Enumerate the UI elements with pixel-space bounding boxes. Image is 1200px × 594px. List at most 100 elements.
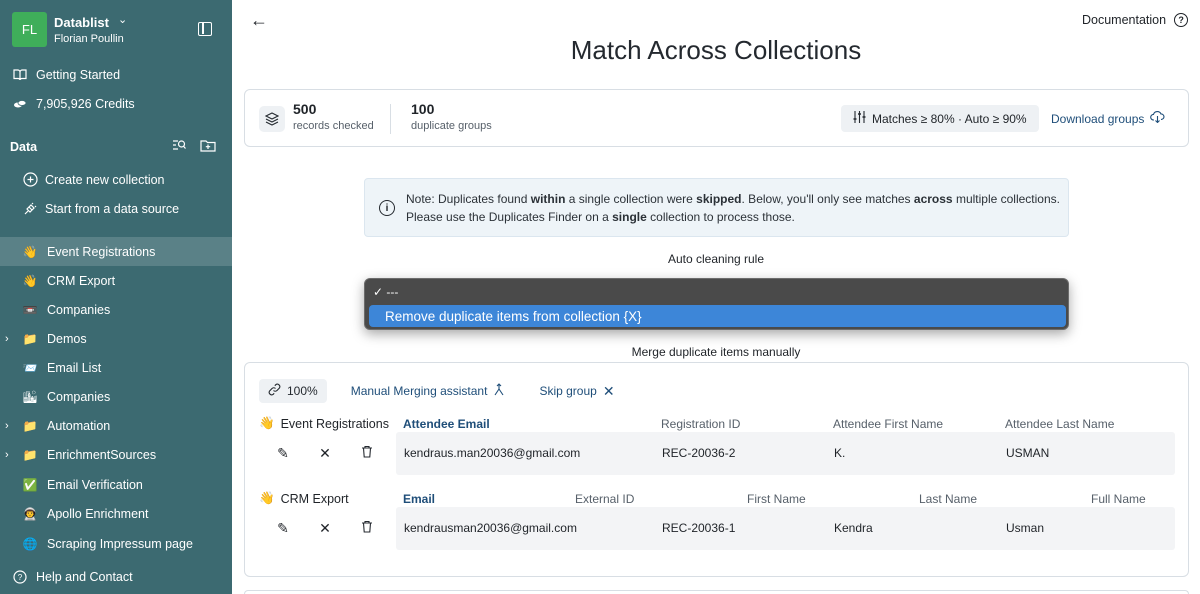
column-header: Email [403,492,436,506]
close-icon[interactable]: ✕ [317,520,333,537]
workspace-user: Florian Poullin [54,33,124,45]
help-and-contact-link[interactable]: ? Help and Contact [0,562,232,591]
cell: kendrausman20036@gmail.com [404,521,577,535]
cell: USMAN [1006,446,1050,460]
wave-icon: 👋 [259,416,275,430]
avatar: FL [12,12,47,47]
sidebar-item-companies-2[interactable]: 🏙 Companies [0,382,232,411]
column-header: External ID [575,492,635,506]
record-row[interactable]: kendraus.man20036@gmail.com REC-20036-2 … [396,432,1175,475]
records-checked-value: 500 [293,101,317,117]
envelope-icon: 📨 [22,360,38,375]
info-note: i Note: Duplicates found within a single… [364,178,1069,237]
cell: REC-20036-2 [662,446,736,460]
divider [390,104,391,134]
sidebar-item-event-registrations[interactable]: 👋 Event Registrations [0,237,232,266]
duplicate-group-card: 100% Manual Merging assistant Skip group… [244,362,1189,577]
coins-icon [12,96,28,112]
data-section-header: Data [10,140,38,154]
records-checked-label: records checked [293,120,374,132]
sidebar-folder-demos[interactable]: › 📁 Demos [0,324,232,353]
column-header: Attendee Email [403,417,490,431]
sidebar-item-getting-started[interactable]: Getting Started [0,60,232,89]
auto-cleaning-dropdown[interactable]: ✓ --- Remove duplicate items from collec… [364,278,1069,330]
download-groups-button[interactable]: Download groups [1051,111,1165,126]
help-circle-icon: ? [1174,13,1189,27]
edit-icon[interactable]: ✎ [275,520,291,537]
column-header: Attendee Last Name [1005,417,1115,431]
cell: kendraus.man20036@gmail.com [404,446,581,460]
chevron-right-icon[interactable]: › [5,333,9,345]
folder-icon: 📁 [22,447,38,462]
start-from-data-source-button[interactable]: Start from a data source [0,194,232,223]
svg-text:?: ? [18,573,23,582]
next-group-card [244,590,1189,594]
sidebar-item-scraping-impressum[interactable]: 🌐 Scraping Impressum page [0,529,232,558]
layers-icon [259,106,285,132]
cityscape-icon: 🏙 [22,389,38,404]
column-header: Attendee First Name [833,417,944,431]
create-collection-button[interactable]: Create new collection [0,165,232,194]
match-settings-button[interactable]: Matches ≥ 80% · Auto ≥ 90% [841,105,1039,132]
back-arrow-icon[interactable]: ← [250,10,268,31]
duplicate-groups-label: duplicate groups [411,120,492,132]
book-icon [12,67,28,83]
record-actions: ✎ ✕ [275,445,375,462]
videocassette-icon: 📼 [22,302,38,317]
trash-icon[interactable] [359,445,375,462]
sidebar-item-apollo-enrichment[interactable]: 👨‍🚀 Apollo Enrichment [0,499,232,528]
cell: Kendra [834,521,873,535]
sidebar-item-email-verification[interactable]: ✅ Email Verification [0,470,232,499]
astronaut-icon: 👨‍🚀 [22,506,38,521]
page-title: Match Across Collections [570,35,862,65]
link-icon [268,383,281,399]
sidebar-item-credits[interactable]: 7,905,926 Credits [0,89,232,118]
chevron-right-icon[interactable]: › [5,420,9,432]
plug-icon [22,201,38,217]
chevron-down-icon: ⌄ [118,14,128,26]
skip-group-button[interactable]: Skip group ✕ [539,383,614,400]
cell: K. [834,446,846,460]
auto-cleaning-label: Auto cleaning rule [667,252,765,266]
plus-circle-icon [22,172,38,188]
edit-icon[interactable]: ✎ [275,445,291,462]
workspace-switcher[interactable]: FL Datablist ⌄ Florian Poullin [12,12,220,48]
column-header: Registration ID [661,417,741,431]
sidebar-toggle-icon[interactable] [198,22,212,36]
workspace-name: Datablist [54,15,109,30]
documentation-link[interactable]: Documentation ? [1082,13,1189,27]
record-collection-label: 👋 CRM Export [259,491,349,506]
info-icon: i [379,200,395,216]
wave-icon: 👋 [22,273,38,288]
trash-icon[interactable] [359,520,375,537]
new-folder-icon[interactable] [200,139,216,155]
check-box-icon: ✅ [22,477,38,492]
close-icon[interactable]: ✕ [317,445,333,462]
record-actions: ✎ ✕ [275,520,375,537]
sidebar-item-companies[interactable]: 📼 Companies [0,295,232,324]
duplicate-groups-value: 100 [411,101,435,117]
cell: Usman [1006,521,1045,535]
sidebar: FL Datablist ⌄ Florian Poullin Getting S… [0,0,232,594]
help-circle-icon: ? [12,569,28,585]
cell: REC-20036-1 [662,521,736,535]
manual-merging-assistant-button[interactable]: Manual Merging assistant [351,383,506,399]
sliders-icon [853,111,866,126]
sidebar-folder-enrichmentsources[interactable]: › 📁 EnrichmentSources [0,440,232,469]
dropdown-option-none[interactable]: ✓ --- [373,285,398,299]
chevron-right-icon[interactable]: › [5,449,9,461]
sidebar-item-crm-export[interactable]: 👋 CRM Export [0,266,232,295]
merge-manually-label: Merge duplicate items manually [631,345,801,359]
sidebar-folder-automation[interactable]: › 📁 Automation [0,411,232,440]
wave-icon: 👋 [22,244,38,259]
column-header: First Name [747,492,806,506]
merge-icon [493,383,505,399]
dropdown-option-remove-duplicates[interactable]: Remove duplicate items from collection {… [369,305,1066,327]
wave-icon: 👋 [259,491,275,505]
column-header: Full Name [1091,492,1146,506]
stats-bar: 500 records checked 100 duplicate groups… [244,89,1189,147]
record-row[interactable]: kendrausman20036@gmail.com REC-20036-1 K… [396,507,1175,550]
search-collections-icon[interactable] [172,139,186,155]
sidebar-item-email-list[interactable]: 📨 Email List [0,353,232,382]
similarity-badge: 100% [259,379,327,403]
